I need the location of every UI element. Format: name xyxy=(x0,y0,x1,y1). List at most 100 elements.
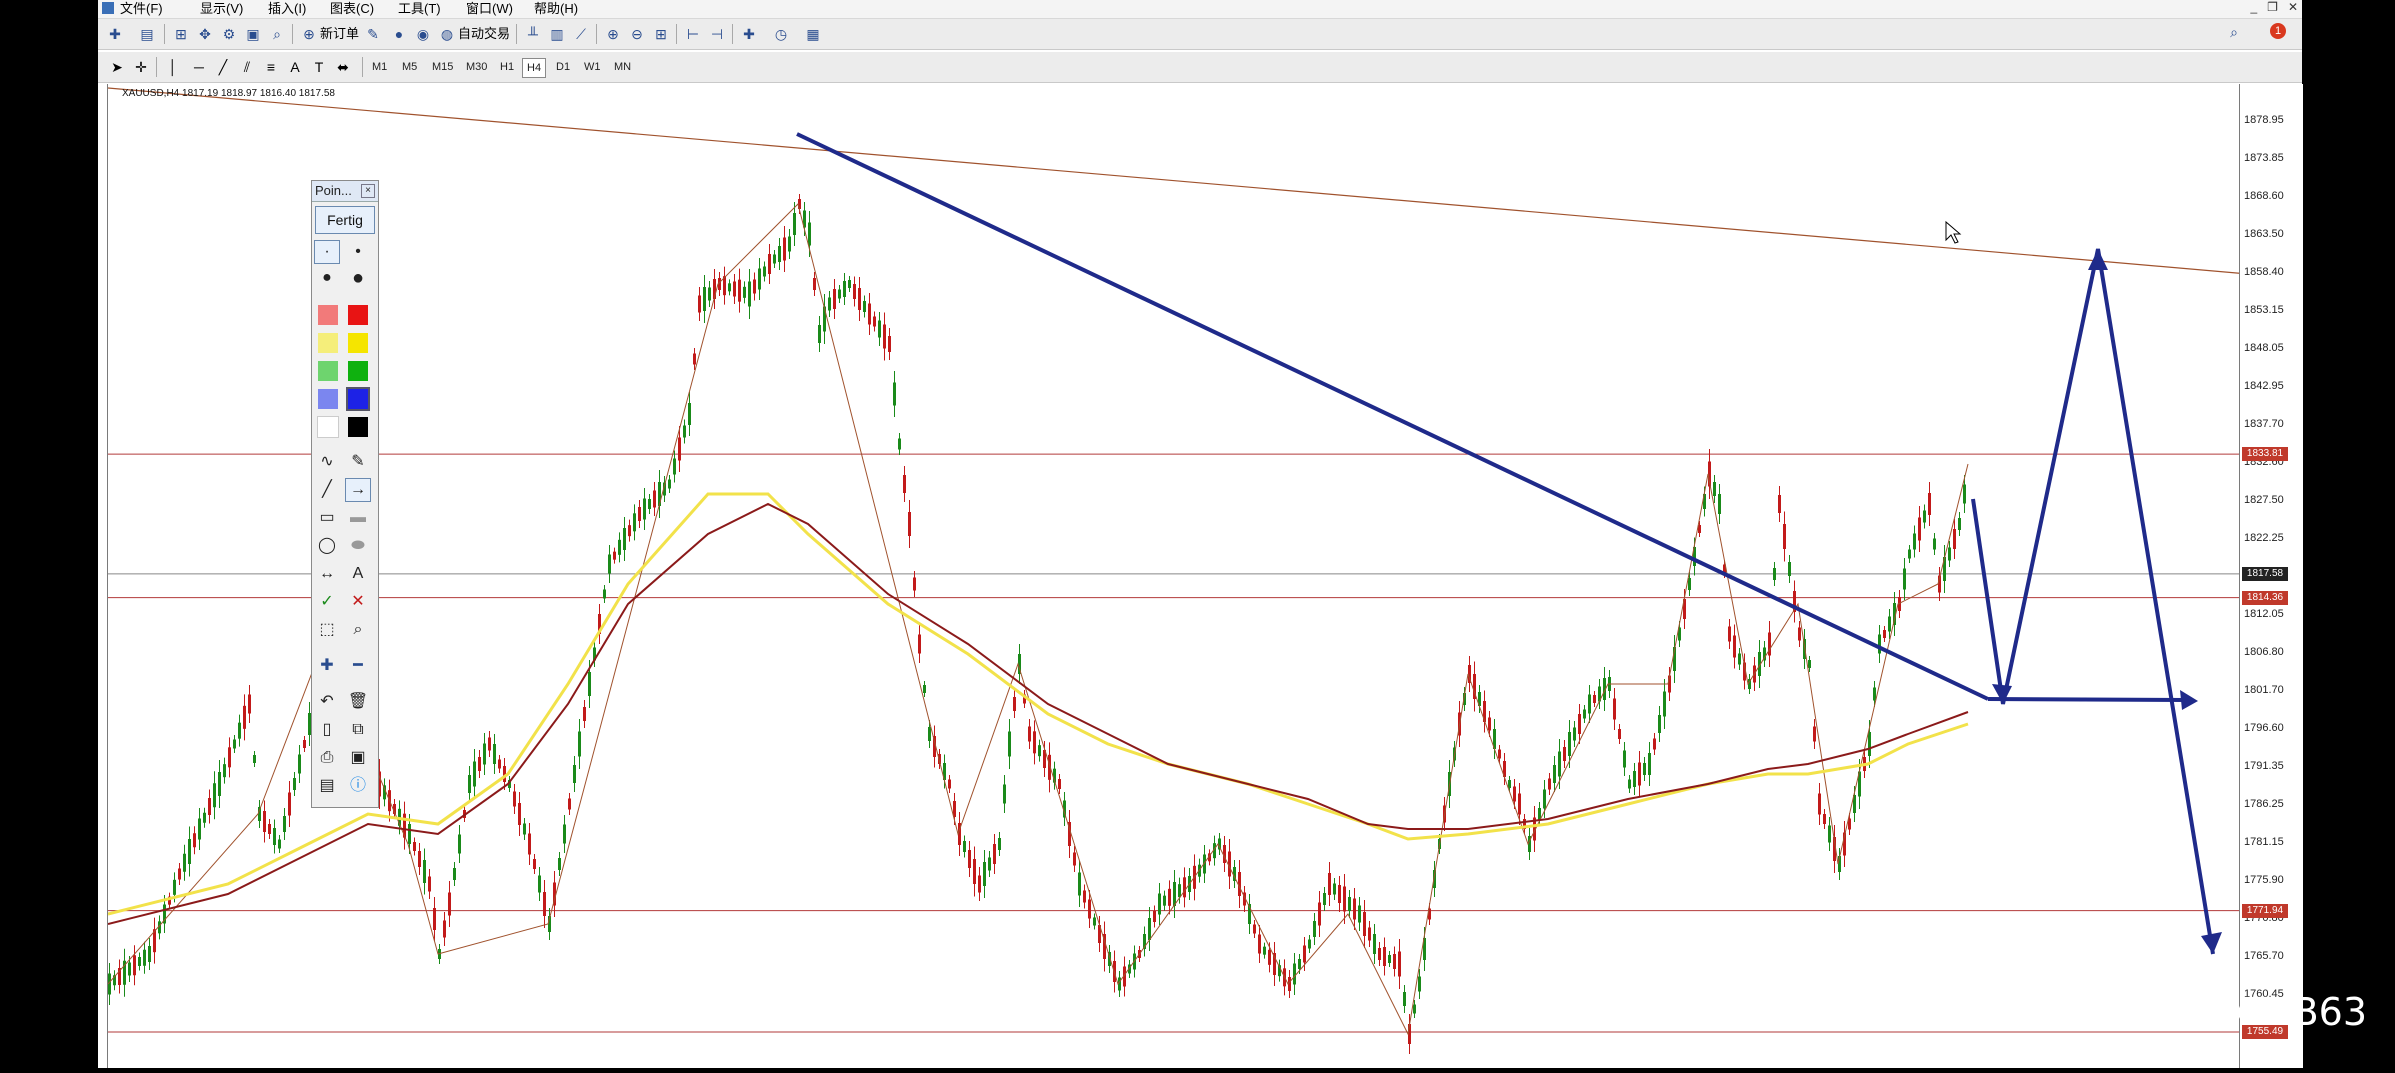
cross-icon[interactable]: ✕ xyxy=(346,591,370,613)
timeframe-h1[interactable]: H1 xyxy=(496,58,518,76)
new-document-icon[interactable]: ▯ xyxy=(315,719,339,741)
menu-file[interactable]: 文件(F) xyxy=(120,1,163,17)
line-chart-icon[interactable]: ⟋ xyxy=(570,24,592,44)
candle-body xyxy=(543,892,546,916)
profiles-icon[interactable]: ▤ xyxy=(136,24,158,44)
timeframe-m15[interactable]: M15 xyxy=(428,58,457,76)
add-icon[interactable]: ✚ xyxy=(315,655,339,677)
timeframe-m30[interactable]: M30 xyxy=(462,58,491,76)
auto-scroll-icon[interactable]: ⊢ xyxy=(682,24,704,44)
pen-size-large-icon[interactable]: ● xyxy=(315,267,339,289)
save-icon[interactable]: ▣ xyxy=(346,747,370,769)
select-area-icon[interactable]: ⬚ xyxy=(315,619,339,641)
screenshot-icon[interactable]: ▤ xyxy=(315,775,339,797)
check-icon[interactable]: ✓ xyxy=(315,591,339,613)
restore-icon[interactable]: ❐ xyxy=(2267,0,2278,14)
auto-trading-icon[interactable]: ◍ xyxy=(436,24,458,44)
close-icon[interactable]: ✕ xyxy=(2288,0,2298,14)
minimize-icon[interactable]: _ xyxy=(2250,0,2257,14)
vertical-line-icon[interactable]: │ xyxy=(162,57,184,77)
color-green[interactable] xyxy=(348,361,368,381)
menu-chart[interactable]: 图表(C) xyxy=(330,1,374,17)
pen-size-xlarge-icon[interactable]: ● xyxy=(346,267,370,289)
done-button[interactable]: Fertig xyxy=(315,206,375,234)
templates-icon[interactable]: ▦ xyxy=(802,24,824,44)
zoom-in-icon[interactable]: ⊕ xyxy=(602,24,624,44)
new-order-button[interactable]: 新订单 xyxy=(320,24,359,44)
info-icon[interactable]: ⓘ xyxy=(346,775,370,797)
arrow-line-icon[interactable]: → xyxy=(345,478,371,502)
chart-shift-icon[interactable]: ⊣ xyxy=(706,24,728,44)
timeframe-m5[interactable]: M5 xyxy=(398,58,421,76)
indicators-icon[interactable]: ✚ xyxy=(738,24,760,44)
remove-icon[interactable]: ━ xyxy=(346,655,370,677)
data-window-icon[interactable]: ⚙ xyxy=(218,24,240,44)
rectangle-icon[interactable]: ▭ xyxy=(315,507,339,529)
color-light-green[interactable] xyxy=(318,361,338,381)
double-arrow-icon[interactable]: ↔ xyxy=(315,563,339,585)
chart-canvas[interactable] xyxy=(107,84,2249,1068)
periods-icon[interactable]: ◷ xyxy=(770,24,792,44)
color-light-blue[interactable] xyxy=(318,389,338,409)
timeframe-m1[interactable]: M1 xyxy=(368,58,391,76)
candlestick-icon[interactable]: ▥ xyxy=(546,24,568,44)
cursor-icon[interactable]: ➤ xyxy=(106,57,128,77)
trash-icon[interactable]: 🗑 xyxy=(346,691,370,713)
candle-body xyxy=(893,382,896,406)
pen-size-medium-icon[interactable]: • xyxy=(346,241,370,263)
market-watch-icon[interactable]: ⊞ xyxy=(170,24,192,44)
line-icon[interactable]: ╱ xyxy=(315,479,339,501)
signals-icon[interactable]: ● xyxy=(388,24,410,44)
timeframe-mn[interactable]: MN xyxy=(610,58,635,76)
color-yellow[interactable] xyxy=(348,333,368,353)
zoom-area-icon[interactable]: ⌕ xyxy=(346,619,370,641)
zoom-out-icon[interactable]: ⊖ xyxy=(626,24,648,44)
color-light-red[interactable] xyxy=(318,305,338,325)
metaeditor-icon[interactable]: ✎ xyxy=(362,24,384,44)
filled-rectangle-icon[interactable]: ▬ xyxy=(346,507,370,529)
price-chart[interactable]: XAUUSD,H4 1817.19 1818.97 1816.40 1817.5… xyxy=(107,84,2249,1068)
color-blue[interactable] xyxy=(346,387,370,411)
highlighter-icon[interactable]: ✎ xyxy=(346,451,370,473)
new-order-icon[interactable]: ⊕ xyxy=(298,24,320,44)
menu-window[interactable]: 窗口(W) xyxy=(466,1,513,17)
menu-insert[interactable]: 插入(I) xyxy=(268,1,306,17)
color-black[interactable] xyxy=(348,417,368,437)
tile-windows-icon[interactable]: ⊞ xyxy=(650,24,672,44)
menu-help[interactable]: 帮助(H) xyxy=(534,1,578,17)
market-icon[interactable]: ◉ xyxy=(412,24,434,44)
timeframe-h4[interactable]: H4 xyxy=(522,58,547,78)
channel-icon[interactable]: ⫽ xyxy=(236,57,258,77)
freehand-icon[interactable]: ∿ xyxy=(315,451,339,473)
color-light-yellow[interactable] xyxy=(318,333,338,353)
undo-icon[interactable]: ↶ xyxy=(315,691,339,713)
text-tool-icon[interactable]: A xyxy=(346,563,370,585)
menu-tools[interactable]: 工具(T) xyxy=(398,1,441,17)
terminal-icon[interactable]: ▣ xyxy=(242,24,264,44)
text-label-tool[interactable]: T xyxy=(308,57,330,77)
trendline-icon[interactable]: ╱ xyxy=(212,57,234,77)
color-red[interactable] xyxy=(348,305,368,325)
text-tool[interactable]: A xyxy=(284,57,306,77)
timeframe-d1[interactable]: D1 xyxy=(552,58,574,76)
copy-icon[interactable]: ⧉ xyxy=(346,719,370,741)
auto-trading-button[interactable]: 自动交易 xyxy=(458,24,510,44)
navigator-icon[interactable]: ✥ xyxy=(194,24,216,44)
search-icon[interactable]: ⌕ xyxy=(2230,24,2238,41)
strategy-tester-icon[interactable]: ⌕ xyxy=(266,24,288,44)
pen-size-small-icon[interactable]: · xyxy=(314,240,340,264)
arrows-icon[interactable]: ⬌ xyxy=(332,57,354,77)
menu-view[interactable]: 显示(V) xyxy=(200,1,243,17)
palette-close-icon[interactable]: × xyxy=(361,184,375,198)
notification-icon[interactable]: 1 xyxy=(2270,23,2286,39)
filled-ellipse-icon[interactable]: ⬬ xyxy=(346,535,370,557)
new-chart-icon[interactable]: ✚ xyxy=(104,24,126,44)
horizontal-line-icon[interactable]: ─ xyxy=(188,57,210,77)
crosshair-icon[interactable]: ✛ xyxy=(130,57,152,77)
print-icon[interactable]: ⎙ xyxy=(315,747,339,769)
timeframe-w1[interactable]: W1 xyxy=(580,58,605,76)
fibonacci-icon[interactable]: ≡ xyxy=(260,57,282,77)
ellipse-icon[interactable]: ◯ xyxy=(315,535,339,557)
color-white[interactable] xyxy=(317,416,339,438)
bar-chart-icon[interactable]: ╨ xyxy=(522,24,544,44)
